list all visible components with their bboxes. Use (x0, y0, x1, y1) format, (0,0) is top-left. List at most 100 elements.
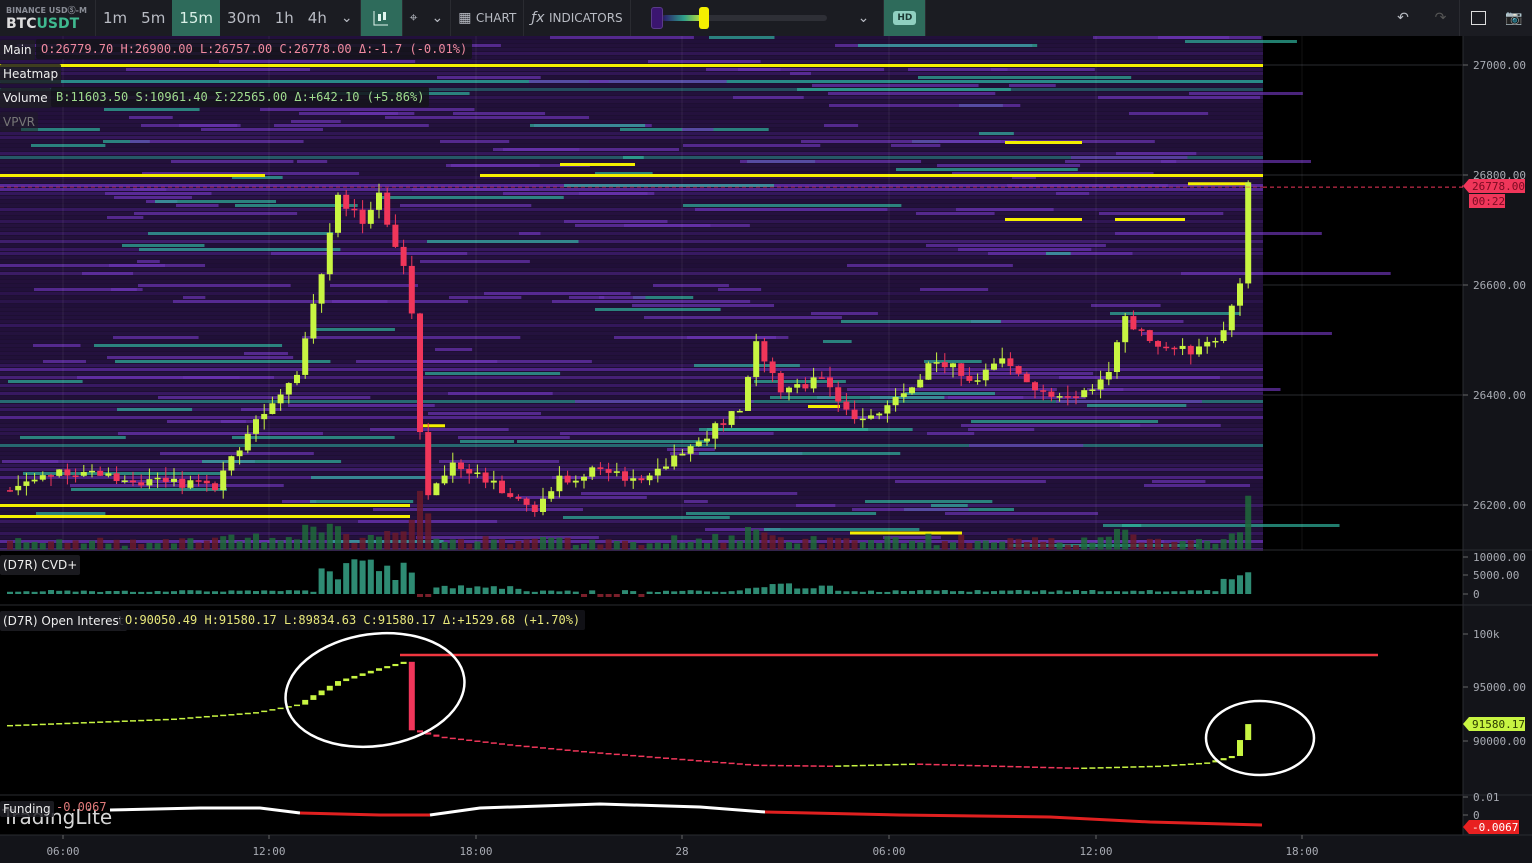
volume-bar (1105, 536, 1112, 550)
redo-icon[interactable]: ↷ (1422, 0, 1460, 36)
cvd-bar (130, 591, 136, 594)
oi-candle (1122, 766, 1129, 768)
oi-label[interactable]: (D7R) Open Interest (0, 611, 127, 631)
slider-dropdown[interactable]: ⌄ (844, 0, 885, 36)
oi-candle (113, 720, 120, 723)
heatmap-label[interactable]: Heatmap (0, 64, 62, 84)
heatmap-slider[interactable] (631, 0, 844, 36)
chart-canvas[interactable]: TradingLite 26778.00 00:22 91580.17 -0.0… (0, 36, 1532, 863)
vpvr-label[interactable]: VPVR (0, 112, 38, 132)
heatmap-row (0, 132, 1263, 135)
heatmap-row (0, 152, 1263, 155)
oi-candle (335, 681, 341, 686)
oi-candle (581, 750, 587, 753)
volume-bar (892, 537, 899, 550)
main-pane-label[interactable]: Main (0, 40, 35, 60)
oi-candle (1220, 758, 1227, 761)
cvd-bar (1097, 591, 1104, 594)
cvd-bar (187, 590, 194, 594)
heatmap-segment (958, 248, 1092, 251)
heatmap-segment (797, 88, 1011, 91)
heatmap-row (0, 384, 1263, 387)
cvd-bar (777, 583, 784, 594)
candle-body (171, 478, 177, 482)
volume-label[interactable]: Volume (0, 88, 51, 108)
candle-body (367, 209, 374, 224)
chart-button[interactable]: ▦ CHART (451, 0, 525, 36)
candle-body (753, 341, 760, 378)
cvd-bar (195, 590, 202, 594)
candlestick-icon[interactable] (360, 0, 403, 36)
volume-bar (294, 539, 300, 550)
volume-bar (1122, 529, 1129, 550)
candle-body (1196, 346, 1202, 355)
crosshair-dropdown[interactable]: ⌄ (424, 0, 452, 36)
heatmap-row (0, 380, 1263, 383)
volume-bar (1007, 538, 1014, 550)
hd-toggle[interactable]: HD (884, 0, 927, 36)
timeframe-4h[interactable]: 4h (301, 0, 334, 36)
cvd-label[interactable]: (D7R) CVD+ (0, 555, 81, 575)
oi-candle (384, 666, 391, 669)
heatmap-segment (260, 108, 475, 111)
volume-bar (1163, 543, 1170, 550)
oi-candle (851, 764, 858, 767)
volume-bar (392, 532, 399, 550)
candle-body (991, 363, 997, 370)
slider-max-handle[interactable] (698, 7, 709, 29)
volume-bar (7, 540, 13, 550)
candle-body (130, 480, 136, 483)
candle-body (663, 466, 669, 469)
oi-candle (1138, 766, 1145, 768)
layout-square-icon[interactable] (1460, 0, 1496, 36)
candle-body (1163, 346, 1170, 349)
candle-body (425, 432, 432, 496)
candle-body (736, 410, 743, 413)
candle-body (499, 480, 505, 494)
crosshair-icon[interactable]: ⌖ (403, 0, 425, 36)
heatmap-segment (971, 420, 1159, 423)
heatmap-segment (971, 320, 1184, 323)
volume-bar (1081, 537, 1088, 550)
cvd-bar (786, 583, 792, 594)
oi-candle (408, 661, 415, 731)
timeframe-dropdown[interactable]: ⌄ (334, 0, 361, 36)
timeframe-1h[interactable]: 1h (268, 0, 301, 36)
funding-label[interactable]: Funding (0, 801, 54, 817)
volume-bar (777, 537, 784, 550)
heatmap-segment (623, 156, 644, 159)
volume-bar (917, 542, 924, 550)
oi-candle (1048, 766, 1055, 769)
heatmap-segment (33, 344, 81, 347)
heatmap-row (0, 368, 1263, 371)
heatmap-row (0, 60, 1263, 63)
oi-candle (490, 742, 497, 744)
heatmap-segment (847, 388, 1057, 391)
cvd-bar (179, 590, 186, 594)
oi-candle (187, 717, 194, 719)
timeframe-15m[interactable]: 15m (172, 0, 221, 36)
cvd-bar (941, 590, 948, 594)
heatmap-segment (385, 116, 590, 119)
volume-bar (384, 531, 391, 550)
oi-candle (23, 724, 30, 726)
oi-candle (1097, 767, 1104, 769)
timeframe-1m[interactable]: 1m (96, 0, 134, 36)
heatmap-row (0, 208, 1263, 211)
candle-body (326, 232, 333, 275)
heatmap-segment (575, 400, 754, 403)
slider-min-handle[interactable] (650, 7, 663, 29)
heatmap-segment (176, 204, 219, 207)
camera-icon[interactable]: 📷 (1496, 0, 1532, 36)
timeframe-5m[interactable]: 5m (134, 0, 172, 36)
symbol-selector[interactable]: BINANCE USDⓈ-M BTCUSDT (0, 0, 96, 36)
heatmap-segment (937, 164, 1081, 167)
heatmap-segment (94, 344, 283, 347)
timeframe-30m[interactable]: 30m (220, 0, 268, 36)
cvd-bar (827, 585, 833, 594)
cvd-bar (1105, 591, 1112, 594)
cvd-bar (80, 590, 87, 594)
indicators-button[interactable]: ƒx INDICATORS (524, 0, 631, 36)
undo-icon[interactable]: ↶ (1384, 0, 1422, 36)
candle-body (105, 473, 112, 476)
